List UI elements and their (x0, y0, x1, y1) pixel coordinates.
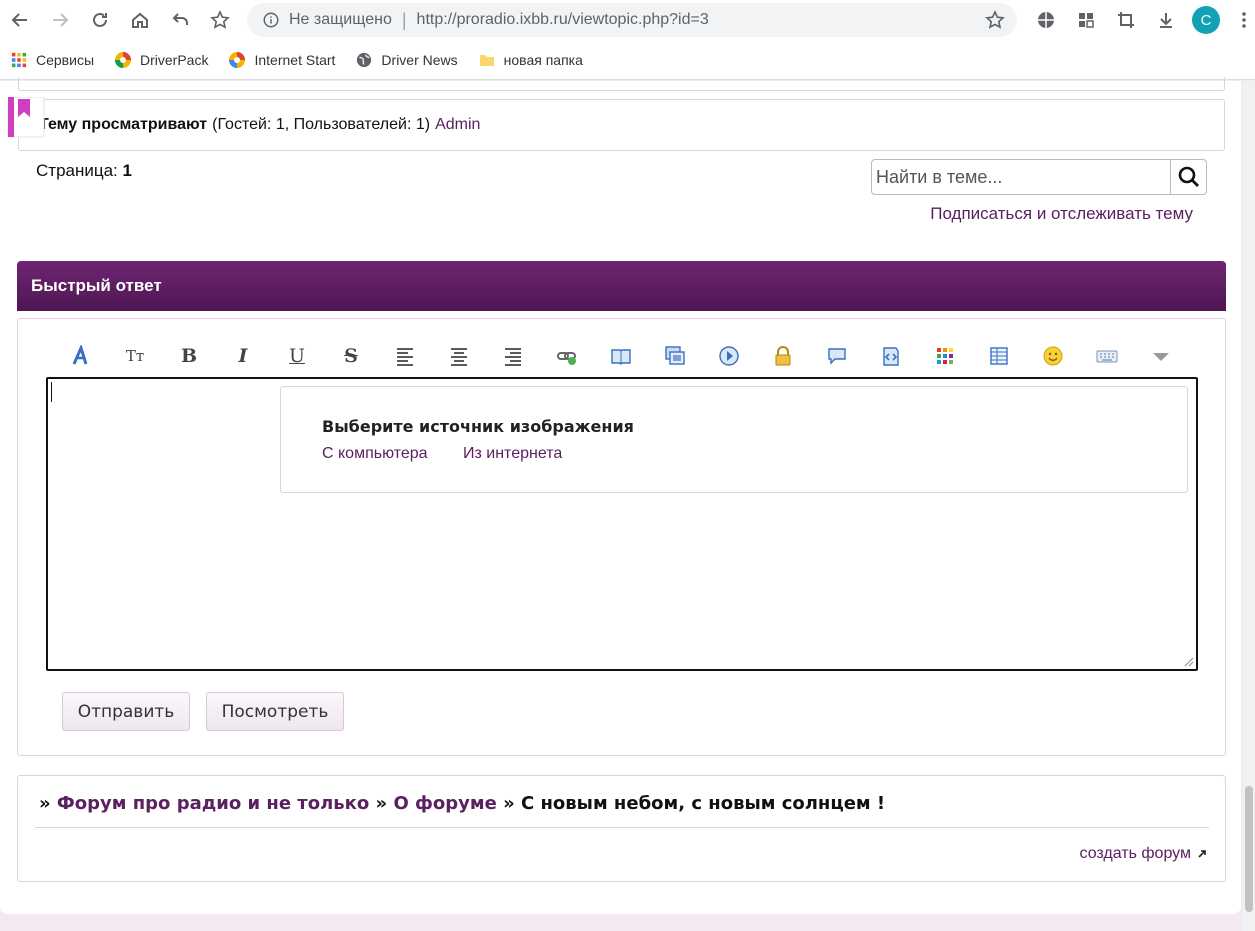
url-separator: | (401, 9, 407, 30)
crop-icon[interactable] (1106, 0, 1146, 40)
topic-search-input[interactable] (872, 160, 1170, 194)
bold-icon[interactable]: B (162, 338, 216, 374)
search-icon[interactable] (1170, 160, 1206, 194)
info-icon[interactable] (261, 10, 281, 30)
subscribe-link[interactable]: Подписаться и отслеживать тему (930, 204, 1193, 224)
font-color-icon[interactable] (54, 338, 108, 374)
smiley-icon[interactable] (1026, 338, 1080, 374)
bookmark-label: Driver News (381, 51, 458, 68)
breadcrumb-separator: » (503, 793, 515, 814)
quick-reply-form: Tт B I U S Выберите источник изображения… (17, 318, 1226, 756)
font-size-icon[interactable]: Tт (108, 338, 162, 374)
align-left-icon[interactable] (378, 338, 432, 374)
previous-block (18, 77, 1225, 91)
footer-divider (35, 827, 1209, 828)
resize-grip-icon[interactable] (1184, 657, 1194, 667)
star-icon[interactable] (200, 0, 240, 40)
breadcrumb-separator: » (39, 793, 51, 814)
create-forum-label: создать форум (1079, 845, 1191, 862)
bookmark-label: Internet Start (254, 51, 336, 68)
bookmark-driverpack[interactable]: DriverPack (114, 51, 208, 69)
undo-icon[interactable] (160, 0, 200, 40)
folder-icon (478, 51, 496, 69)
home-icon[interactable] (120, 0, 160, 40)
italic-icon[interactable]: I (216, 338, 270, 374)
editor-toolbar: Tт B I U S (54, 338, 1188, 374)
book-icon[interactable] (594, 338, 648, 374)
keyboard-icon[interactable] (1080, 338, 1134, 374)
scrollbar-thumb[interactable] (1245, 786, 1253, 912)
submit-button[interactable]: Отправить (62, 692, 190, 731)
bookmarks-bar: Сервисы DriverPack Internet Start Driver… (0, 40, 1255, 80)
video-icon[interactable] (702, 338, 756, 374)
bookmark-ribbon-icon[interactable] (6, 96, 46, 139)
preview-button[interactable]: Посмотреть (206, 692, 344, 731)
breadcrumb-section-link[interactable]: О форуме (393, 793, 496, 814)
address-bar[interactable]: Не защищено | http://proradio.ixbb.ru/vi… (247, 3, 1017, 37)
lock-icon[interactable] (756, 338, 810, 374)
viewer-user-link[interactable]: Admin (435, 116, 480, 134)
pagination: Страница: 1 (36, 161, 132, 181)
link-icon[interactable] (540, 338, 594, 374)
color-palette-icon[interactable] (918, 338, 972, 374)
forum-footer: » Форум про радио и не только » О форуме… (17, 775, 1226, 882)
topic-viewers: Тему просматривают (Гостей: 1, Пользоват… (18, 99, 1225, 151)
bookmark-driver-news[interactable]: Driver News (355, 51, 458, 69)
browser-right-icons: C (1026, 0, 1254, 40)
align-center-icon[interactable] (432, 338, 486, 374)
extension-globe-icon[interactable] (1026, 0, 1066, 40)
security-label: Не защищено (289, 11, 392, 28)
page-scrollbar[interactable] (1243, 81, 1255, 931)
quick-reply-header: Быстрый ответ (17, 261, 1226, 311)
bookmark-new-folder[interactable]: новая папка (478, 51, 583, 69)
forum-sheet: Тему просматривают (Гостей: 1, Пользоват… (0, 77, 1241, 914)
back-icon[interactable] (0, 0, 40, 40)
image-from-internet-link[interactable]: Из интернета (463, 445, 562, 463)
underline-icon[interactable]: U (270, 338, 324, 374)
image-icon[interactable] (648, 338, 702, 374)
image-source-title: Выберите источник изображения (322, 417, 634, 436)
breadcrumb-current-topic: С новым небом, с новым солнцем ! (521, 793, 886, 814)
bookmark-label: DriverPack (140, 51, 209, 68)
profile-avatar[interactable]: C (1192, 6, 1220, 34)
pagination-current: 1 (122, 161, 132, 180)
bookmark-label: Сервисы (36, 51, 95, 68)
globe-icon (355, 51, 373, 69)
bookmark-label: новая папка (503, 51, 583, 68)
image-from-computer-link[interactable]: С компьютера (322, 445, 428, 463)
viewers-label: Тему просматривают (39, 116, 208, 133)
bookmark-star-icon[interactable] (985, 10, 1005, 30)
driverpack-icon (114, 51, 132, 69)
code-icon[interactable] (864, 338, 918, 374)
bookmark-internet-start[interactable]: Internet Start (228, 51, 335, 69)
text-caret (51, 382, 52, 402)
download-icon[interactable] (1146, 0, 1186, 40)
quote-bubble-icon[interactable] (810, 338, 864, 374)
reload-icon[interactable] (80, 0, 120, 40)
internet-start-icon (228, 51, 246, 69)
apps-grid-icon (10, 51, 28, 69)
image-source-popup: Выберите источник изображения С компьюте… (280, 386, 1188, 493)
extension-tiles-icon[interactable] (1066, 0, 1106, 40)
topic-search (871, 159, 1207, 195)
align-right-icon[interactable] (486, 338, 540, 374)
breadcrumb-separator: » (375, 793, 388, 814)
create-forum-link[interactable]: создать форум (1080, 845, 1207, 863)
bookmark-services[interactable]: Сервисы (10, 51, 94, 69)
table-icon[interactable] (972, 338, 1026, 374)
page-viewport: Тему просматривают (Гостей: 1, Пользоват… (0, 77, 1255, 931)
viewers-counts: (Гостей: 1, Пользователей: 1) (212, 116, 431, 133)
url-text[interactable]: http://proradio.ixbb.ru/viewtopic.php?id… (417, 11, 709, 29)
breadcrumb: » Форум про радио и не только » О форуме… (39, 793, 885, 814)
strikethrough-icon[interactable]: S (324, 338, 378, 374)
external-link-icon (1197, 849, 1207, 859)
pagination-label: Страница: (36, 161, 118, 180)
forward-icon[interactable] (40, 0, 80, 40)
breadcrumb-forum-link[interactable]: Форум про радио и не только (57, 793, 369, 814)
menu-dots-icon[interactable] (1234, 0, 1254, 40)
more-tools-icon[interactable] (1134, 338, 1188, 374)
